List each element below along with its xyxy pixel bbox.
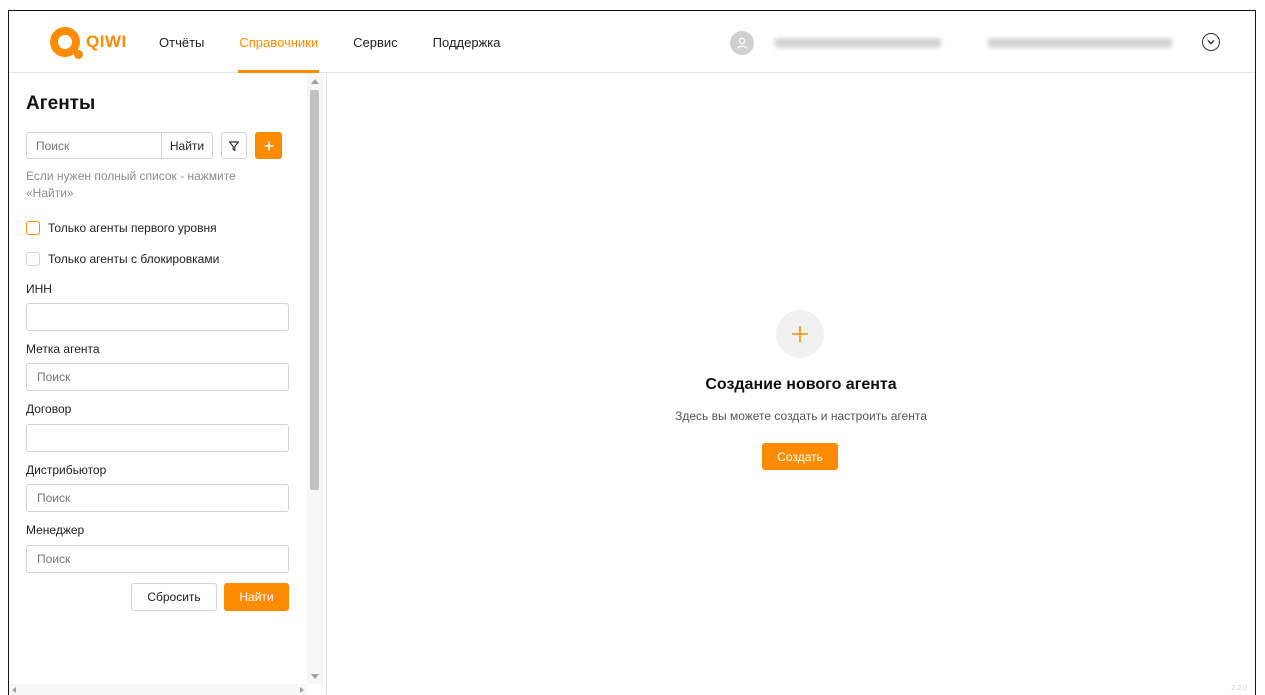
agents-sidebar: Агенты Найти Если нужен полный список - …	[9, 74, 327, 695]
agent-tag-label: Метка агента	[26, 342, 100, 356]
distributor-input[interactable]	[26, 484, 289, 512]
version-label: 2.2.0	[1231, 685, 1247, 692]
inn-label: ИНН	[26, 282, 52, 296]
find-button[interactable]: Найти	[224, 583, 289, 611]
contract-input[interactable]	[26, 424, 289, 452]
user-name-redacted[interactable]	[774, 38, 942, 48]
create-agent-button[interactable]: Создать	[762, 443, 838, 470]
blocked-checkbox-label: Только агенты с блокировками	[48, 252, 220, 266]
app-window: QIWI Отчёты Справочники Сервис Поддержка…	[8, 10, 1256, 695]
scroll-left-arrow-icon[interactable]	[12, 687, 16, 693]
sidebar-horizontal-scrollbar[interactable]	[9, 684, 307, 695]
nav-service[interactable]: Сервис	[353, 11, 398, 73]
reset-button[interactable]: Сбросить	[131, 583, 217, 611]
nav-directories[interactable]: Справочники	[238, 11, 319, 73]
scrollbar-thumb[interactable]	[310, 90, 319, 490]
plus-icon	[264, 141, 273, 150]
manager-input[interactable]	[26, 545, 289, 573]
main-empty-state: Создание нового агента Здесь вы можете с…	[328, 74, 1255, 695]
user-avatar-icon[interactable]	[730, 31, 754, 55]
qiwi-logo[interactable]: QIWI	[50, 27, 127, 59]
nav-reports[interactable]: Отчёты	[159, 11, 204, 73]
scroll-up-arrow-icon[interactable]	[311, 79, 319, 84]
inn-input[interactable]	[26, 303, 289, 331]
search-submit-button[interactable]: Найти	[161, 132, 213, 159]
nav-support[interactable]: Поддержка	[433, 11, 501, 73]
agent-tag-input[interactable]	[26, 363, 289, 391]
scroll-down-arrow-icon[interactable]	[311, 674, 319, 679]
first-level-checkbox-label: Только агенты первого уровня	[48, 221, 217, 235]
qiwi-logo-icon	[50, 27, 83, 59]
filter-button[interactable]	[221, 132, 247, 159]
empty-state-title: Создание нового агента	[705, 376, 897, 393]
distributor-label: Дистрибьютор	[26, 463, 107, 477]
logo-text: QIWI	[86, 32, 127, 51]
create-agent-plus-icon[interactable]	[776, 310, 824, 358]
first-level-checkbox-row[interactable]: Только агенты первого уровня	[26, 221, 217, 235]
first-level-checkbox[interactable]	[26, 221, 40, 235]
account-menu-chevron-icon[interactable]	[1202, 33, 1220, 51]
blocked-checkbox[interactable]	[26, 252, 40, 266]
sidebar-vertical-scrollbar[interactable]	[307, 74, 323, 684]
manager-label: Менеджер	[26, 523, 85, 537]
blocked-checkbox-row[interactable]: Только агенты с блокировками	[26, 252, 219, 266]
scroll-right-arrow-icon[interactable]	[300, 687, 304, 693]
empty-state-subtitle: Здесь вы можете создать и настроить аген…	[675, 409, 927, 423]
main-nav: Отчёты Справочники Сервис Поддержка	[159, 11, 536, 73]
organization-name-redacted[interactable]	[987, 38, 1173, 48]
search-row: Найти	[26, 132, 282, 159]
sidebar-content: Агенты Найти Если нужен полный список - …	[9, 74, 305, 684]
filter-icon	[228, 140, 240, 151]
sidebar-title: Агенты	[26, 93, 96, 114]
agent-search-input[interactable]	[26, 132, 161, 159]
search-hint: Если нужен полный список - нажмите «Найт…	[26, 169, 236, 200]
contract-label: Договор	[26, 402, 72, 416]
top-header: QIWI Отчёты Справочники Сервис Поддержка	[9, 11, 1255, 73]
add-agent-button[interactable]	[255, 132, 282, 159]
